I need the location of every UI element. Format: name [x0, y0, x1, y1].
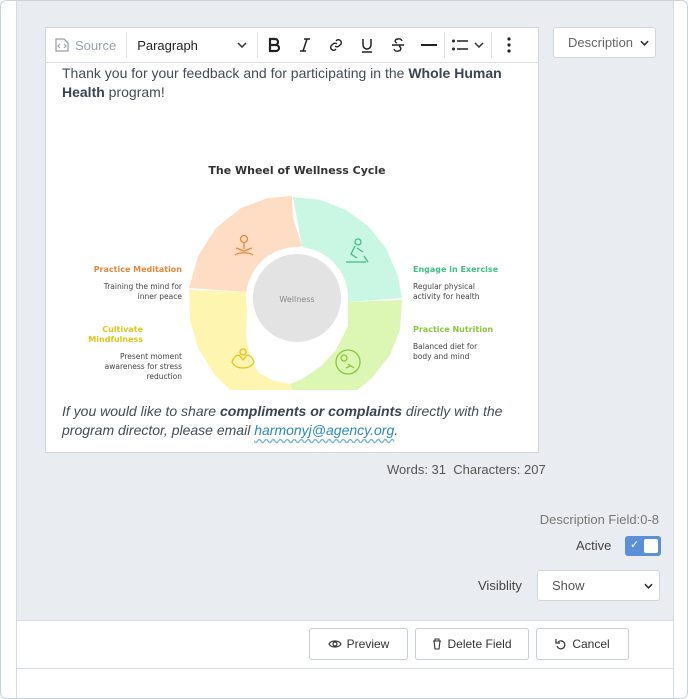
eye-icon [327, 640, 342, 648]
undo-icon [555, 639, 566, 650]
paragraph-dropdown[interactable]: Paragraph [127, 28, 257, 62]
link-icon [329, 39, 342, 51]
visibility-value: Show [552, 578, 585, 593]
intro-text: Thank you for your feedback and for part… [62, 65, 409, 81]
horizontal-line-button[interactable] [413, 28, 444, 62]
wheel-center-label: Wellness [279, 295, 314, 304]
mindfulness-title-1: Cultivate [102, 325, 143, 334]
active-toggle[interactable]: ✓ [625, 536, 661, 556]
italic-button[interactable] [289, 28, 320, 62]
dialog-frame: Source Paragraph Thank you for your feed… [0, 0, 688, 699]
footer-divider [16, 668, 674, 669]
exercise-desc-2: activity for health [413, 292, 480, 301]
underline-icon [361, 39, 372, 53]
editor-toolbar: Source Paragraph [46, 28, 538, 63]
mindfulness-desc-2: awareness for stress [105, 362, 182, 371]
word-count: Words: 31 Characters: 207 [387, 462, 546, 477]
intro-suffix: program! [104, 84, 165, 100]
footer-divider [16, 620, 674, 621]
meditation-desc-1: Training the mind for [103, 282, 183, 291]
meditation-desc-2: inner peace [138, 292, 183, 301]
strikethrough-button[interactable] [382, 28, 413, 62]
check-icon: ✓ [630, 539, 640, 551]
trash-icon [433, 638, 442, 650]
visibility-label: Visiblity [478, 578, 522, 593]
vertical-ellipsis-icon [507, 37, 511, 53]
exercise-desc-1: Regular physical [413, 282, 475, 291]
visibility-select[interactable]: Show [537, 570, 660, 601]
source-label: Source [75, 37, 117, 53]
italic-icon [299, 38, 310, 52]
delete-field-label: Delete Field [447, 637, 512, 651]
description-type-value: Description [568, 35, 634, 50]
toggle-knob [644, 539, 658, 553]
link-button[interactable] [320, 28, 351, 62]
chevron-down-icon [640, 40, 649, 46]
more-options-button[interactable] [492, 28, 526, 62]
wheel-title: The Wheel of Wellness Cycle [208, 164, 385, 177]
nutrition-desc-1: Balanced diet for [413, 342, 478, 351]
preview-label: Preview [346, 637, 390, 651]
bulleted-list-dropdown[interactable] [445, 28, 491, 62]
mindfulness-title-2: Mindfulness [88, 335, 143, 344]
wellness-wheel-image: The Wheel of Wellness Cycle Wellness Pra… [88, 164, 499, 390]
outro-suffix: . [394, 422, 399, 438]
underline-button[interactable] [351, 28, 382, 62]
cancel-button[interactable]: Cancel [536, 628, 629, 660]
meditation-title: Practice Meditation [94, 265, 183, 274]
email-link[interactable]: harmonyj@agency.org [254, 422, 394, 438]
bold-icon [268, 37, 280, 53]
horizontal-line-icon [420, 44, 437, 46]
chevron-down-icon [644, 583, 653, 589]
outro-paragraph: If you would like to share compliments o… [54, 402, 524, 440]
description-field-label: Description Field:0-8 [539, 512, 659, 527]
outro-bold-text: compliments or complaints [219, 403, 403, 419]
exercise-title: Engage in Exercise [413, 265, 499, 274]
delete-field-button[interactable]: Delete Field [415, 628, 529, 660]
mindfulness-desc-3: reduction [146, 372, 182, 381]
nutrition-title: Practice Nutrition [413, 325, 493, 334]
chevron-down-icon [474, 42, 484, 48]
description-type-select[interactable]: Description [553, 27, 656, 58]
source-icon [55, 38, 69, 52]
strikethrough-icon [391, 38, 404, 52]
bold-button[interactable] [258, 28, 289, 62]
preview-button[interactable]: Preview [309, 628, 408, 660]
intro-paragraph: Thank you for your feedback and for part… [54, 64, 524, 102]
cancel-label: Cancel [572, 637, 610, 651]
mindfulness-desc-1: Present moment [120, 352, 182, 361]
rich-text-editor[interactable]: Source Paragraph Thank you for your feed… [45, 27, 539, 453]
active-label: Active [576, 538, 612, 553]
outro-text: If you would like to share [62, 403, 220, 419]
nutrition-desc-2: body and mind [413, 352, 470, 361]
bulleted-list-icon [452, 39, 469, 51]
chevron-down-icon [237, 42, 247, 48]
paragraph-label: Paragraph [137, 37, 198, 53]
source-button[interactable]: Source [46, 28, 126, 62]
